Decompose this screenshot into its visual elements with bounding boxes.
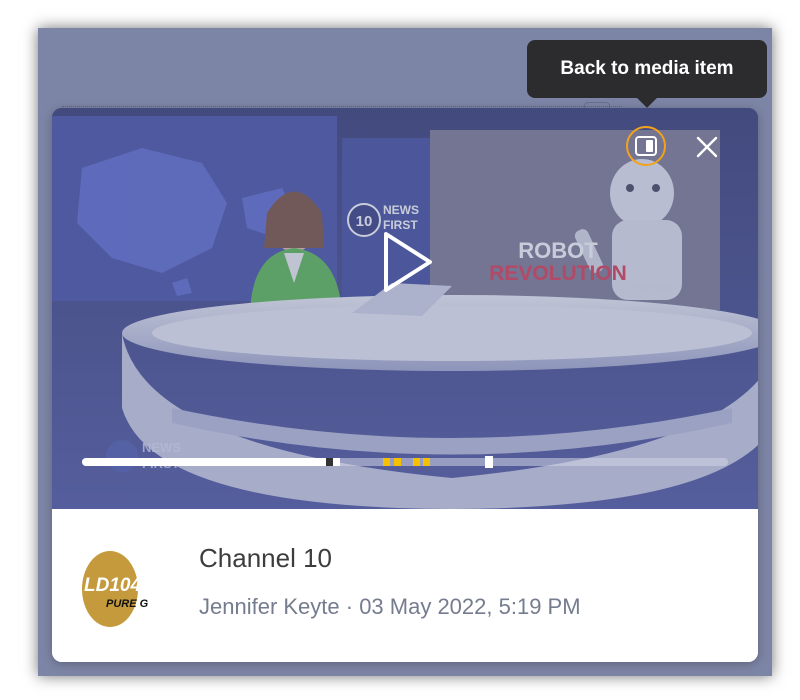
channel-name: Channel 10 xyxy=(199,543,332,573)
progress-bar[interactable] xyxy=(82,456,728,468)
close-icon xyxy=(696,136,718,158)
progress-marker xyxy=(423,458,430,466)
logo-text: LD104.3 xyxy=(84,575,157,596)
progress-marker xyxy=(326,458,333,466)
station-logo: LD104.3 PURE G xyxy=(76,549,172,629)
progress-marker xyxy=(485,456,493,468)
play-button[interactable] xyxy=(370,226,442,298)
close-button[interactable] xyxy=(690,130,724,164)
picture-in-picture-icon xyxy=(635,136,657,156)
play-icon xyxy=(384,232,432,292)
tooltip: Back to media item xyxy=(527,40,767,108)
media-meta: Jennifer Keyte · 03 May 2022, 5:19 PM xyxy=(199,594,581,619)
progress-marker xyxy=(383,458,390,466)
media-card: 10 NEWS FIRST ROBOT REVOLUTION Universit… xyxy=(52,108,758,662)
progress-marker xyxy=(394,458,401,466)
video-dim-overlay xyxy=(52,108,758,509)
video-player[interactable]: 10 NEWS FIRST ROBOT REVOLUTION Universit… xyxy=(52,108,758,509)
logo-tag: PURE G xyxy=(106,598,149,610)
media-info[interactable]: LD104.3 PURE G Channel 10 Jennifer Keyte… xyxy=(52,509,758,662)
tooltip-text: Back to media item xyxy=(560,58,734,79)
progress-fill xyxy=(82,458,341,466)
back-to-media-item-button[interactable] xyxy=(626,126,666,166)
progress-marker xyxy=(413,458,420,466)
